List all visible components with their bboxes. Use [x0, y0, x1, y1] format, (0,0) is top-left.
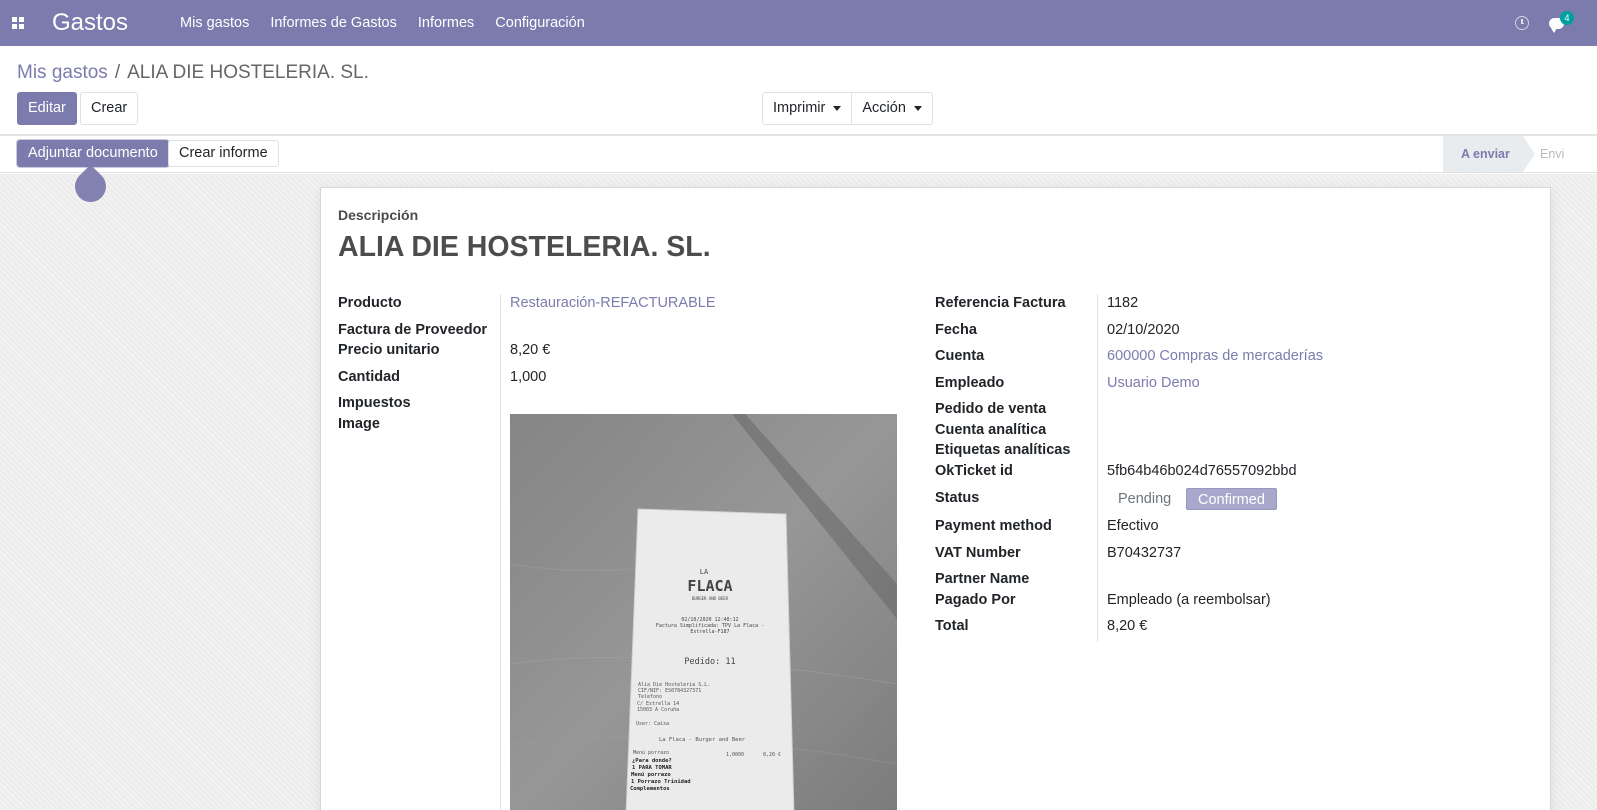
receipt-shop-line: La Flaca - Burger and Beer [659, 737, 746, 743]
receipt-header-line: Estrella-F187 [690, 629, 729, 635]
etiquetas-analiticas-label: Etiquetas analíticas [935, 442, 1071, 458]
print-dropdown[interactable]: Imprimir [763, 93, 851, 124]
receipt-logo: FLACA [687, 577, 732, 595]
top-navbar: Gastos Mis gastos Informes de Gastos Inf… [0, 0, 1597, 46]
create-button[interactable]: Crear [80, 92, 139, 125]
action-dropdown[interactable]: Acción [851, 93, 932, 124]
print-action-group: Imprimir Acción [762, 92, 933, 125]
partner-name-label: Partner Name [935, 571, 1030, 587]
cuenta-value[interactable]: 600000 Compras de mercaderías [1107, 348, 1323, 364]
status-label: Status [935, 490, 980, 506]
receipt-item-price: 8,20 € [763, 752, 781, 758]
referencia-label: Referencia Factura [935, 295, 1066, 311]
stage-enviado[interactable]: Envi [1540, 136, 1564, 172]
apps-grid-icon[interactable] [0, 0, 36, 46]
producto-label: Producto [338, 295, 402, 311]
chat-badge: 4 [1560, 11, 1574, 25]
receipt-item-qty: 1,0000 [726, 752, 744, 758]
empleado-label: Empleado [935, 375, 1005, 391]
breadcrumb-separator: / [114, 62, 121, 83]
precio-unitario-label: Precio unitario [338, 342, 440, 358]
attach-document-button[interactable]: Adjuntar documento [17, 140, 169, 167]
status-pending[interactable]: Pending [1107, 488, 1182, 510]
fecha-label: Fecha [935, 322, 977, 338]
print-label: Imprimir [773, 100, 826, 116]
receipt-logo-top: LA [700, 568, 709, 576]
pedido-venta-label: Pedido de venta [935, 401, 1047, 417]
app-name[interactable]: Gastos [52, 9, 128, 37]
clock-icon[interactable] [1515, 16, 1529, 30]
receipt-logo-sub: BURGER AND BEER [692, 596, 729, 601]
receipt-item-line: ¿Para donde? [632, 758, 672, 764]
stage-a-enviar[interactable]: A enviar [1443, 136, 1535, 172]
breadcrumb-parent[interactable]: Mis gastos [17, 62, 108, 83]
create-report-button[interactable]: Crear informe [168, 140, 279, 167]
right-group-divider [1097, 294, 1098, 642]
cantidad-label: Cantidad [338, 369, 401, 385]
chat-button[interactable]: 4 [1549, 11, 1574, 33]
receipt-pedido: Pedido: 11 [684, 657, 735, 667]
menu-configuracion[interactable]: Configuración [495, 15, 584, 31]
receipt-item-line: 1 PARA TOMAR [632, 765, 672, 771]
left-group-divider [500, 294, 501, 810]
cantidad-value: 1,000 [510, 369, 547, 385]
payment-method-value: Efectivo [1107, 518, 1159, 534]
referencia-value: 1182 [1107, 295, 1139, 311]
edit-button[interactable]: Editar [17, 92, 77, 125]
caret-down-icon [833, 106, 842, 111]
precio-unitario-value: 8,20 € [510, 342, 551, 358]
receipt-company-line: Telefono [638, 694, 662, 700]
total-label: Total [935, 618, 969, 634]
receipt-company-line: 15003 A Coruña [637, 707, 679, 713]
receipt-item-line: Menú porrazo [631, 771, 671, 778]
status-confirmed[interactable]: Confirmed [1186, 488, 1277, 510]
payment-method-label: Payment method [935, 518, 1052, 534]
description-label: Descripción [338, 207, 419, 223]
menu-mis-gastos[interactable]: Mis gastos [180, 15, 249, 31]
menu-informes[interactable]: Informes [418, 15, 474, 31]
empleado-value[interactable]: Usuario Demo [1107, 375, 1200, 391]
cuenta-label: Cuenta [935, 348, 985, 364]
breadcrumb: Mis gastos / ALIA DIE HOSTELERIA. SL. [17, 62, 369, 84]
caret-down-icon [913, 106, 922, 111]
okticket-value: 5fb64b46b024d76557092bbd [1107, 463, 1297, 479]
receipt-item-line: Complementos [630, 786, 670, 792]
statusbar: Adjuntar documento Crear informe A envia… [0, 136, 1597, 173]
image-label: Image [338, 416, 380, 432]
total-value: 8,20 € [1107, 618, 1148, 634]
receipt-item-line: 1 Porrazo Trinidad [631, 779, 691, 785]
action-label: Acción [862, 100, 906, 116]
impuestos-label: Impuestos [338, 395, 411, 411]
vat-number-label: VAT Number [935, 545, 1021, 561]
vat-number-value: B70432737 [1107, 545, 1182, 561]
receipt-image[interactable]: LA FLACA BURGER AND BEER 02/10/2020 12:4… [510, 414, 897, 810]
pagado-por-value: Empleado (a reembolsar) [1107, 592, 1271, 608]
pagado-por-label: Pagado Por [935, 592, 1016, 608]
receipt-user-line: User: Caixa [636, 721, 669, 727]
breadcrumb-current: ALIA DIE HOSTELERIA. SL. [127, 62, 369, 83]
producto-value[interactable]: Restauración-REFACTURABLE [510, 295, 716, 311]
okticket-label: OkTicket id [935, 463, 1013, 479]
form-sheet: Descripción ALIA DIE HOSTELERIA. SL. Pro… [320, 187, 1551, 810]
receipt-item-name: Menú porrazo [633, 749, 669, 756]
factura-proveedor-label: Factura de Proveedor [338, 322, 488, 338]
fecha-value: 02/10/2020 [1107, 322, 1180, 338]
cuenta-analitica-label: Cuenta analítica [935, 422, 1047, 438]
expense-title: ALIA DIE HOSTELERIA. SL. [338, 231, 711, 263]
menu-informes-de-gastos[interactable]: Informes de Gastos [270, 15, 397, 31]
